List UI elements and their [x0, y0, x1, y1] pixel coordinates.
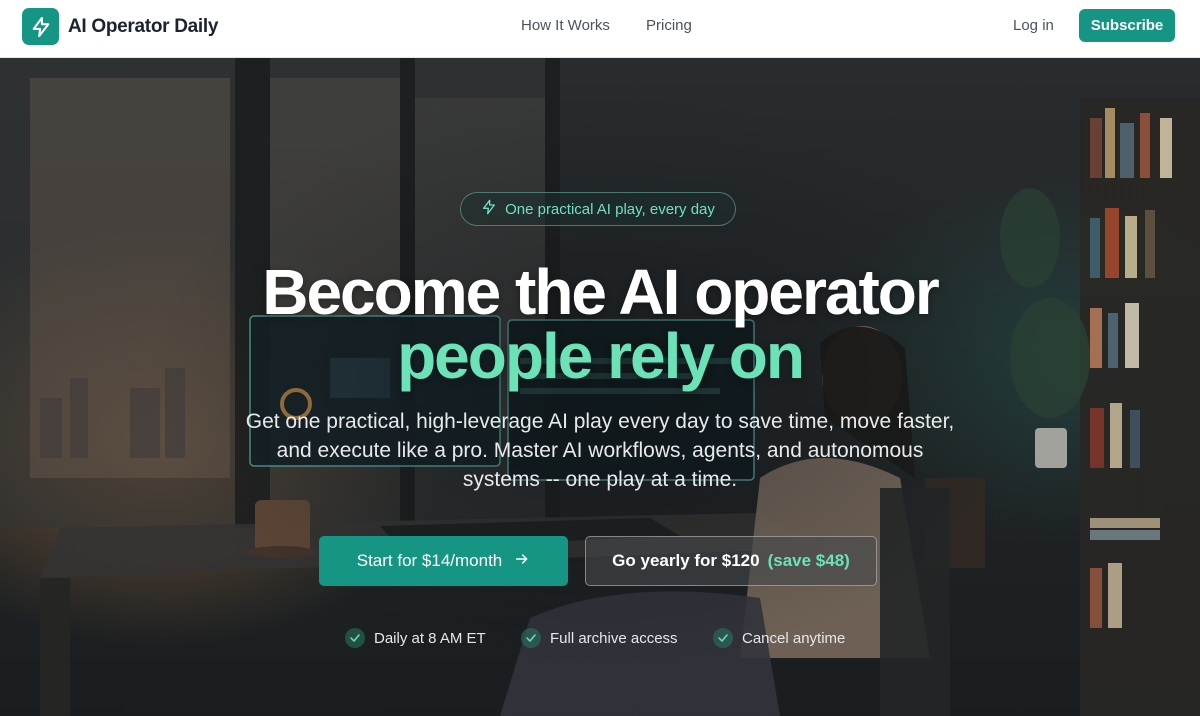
go-yearly-button[interactable]: Go yearly for $120 (save $48) — [585, 536, 877, 586]
hero-section: One practical AI play, every day Become … — [0, 58, 1200, 716]
lightning-bolt-icon — [481, 199, 497, 219]
benefit-item: Cancel anytime — [713, 628, 845, 648]
benefit-label: Cancel anytime — [742, 629, 846, 647]
hero-subheadline: Get one practical, high-leverage AI play… — [245, 410, 955, 491]
yearly-savings-label: (save $48) — [767, 551, 850, 570]
tagline-text: One practical AI play, every day — [505, 200, 715, 218]
top-navigation-bar: AI Operator Daily How It Works Pricing L… — [0, 0, 1200, 58]
check-icon — [345, 628, 365, 648]
headline-line-2: people rely on — [397, 320, 805, 392]
login-link[interactable]: Log in — [1013, 17, 1054, 34]
benefit-label: Daily at 8 AM ET — [374, 629, 486, 647]
start-monthly-button[interactable]: Start for $14/month — [319, 536, 568, 586]
go-yearly-label: Go yearly for $120 — [612, 551, 760, 570]
check-icon — [713, 628, 733, 648]
benefit-label: Full archive access — [550, 629, 678, 647]
start-monthly-label: Start for $14/month — [356, 551, 503, 570]
subscribe-button[interactable]: Subscribe — [1079, 9, 1175, 42]
benefit-item: Daily at 8 AM ET — [345, 628, 486, 648]
arrow-right-icon — [514, 551, 530, 572]
headline-line-1: Become the AI operator — [262, 256, 940, 328]
lightning-bolt-icon — [22, 8, 59, 45]
nav-how-it-works[interactable]: How It Works — [521, 17, 610, 34]
check-icon — [521, 628, 541, 648]
benefit-item: Full archive access — [521, 628, 678, 648]
nav-pricing[interactable]: Pricing — [646, 17, 692, 34]
tagline-pill: One practical AI play, every day — [460, 192, 736, 226]
brand-name: AI Operator Daily — [68, 15, 219, 37]
brand[interactable]: AI Operator Daily — [22, 8, 218, 45]
